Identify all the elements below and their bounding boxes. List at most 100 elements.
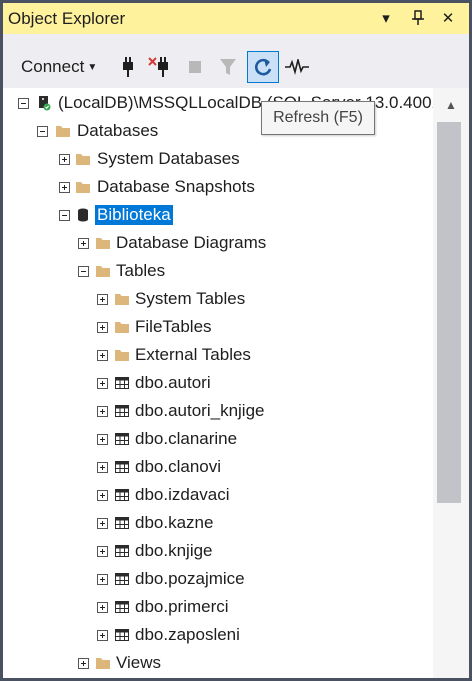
disconnect-icon[interactable] <box>145 52 173 82</box>
tree-node-table[interactable]: dbo.kazne <box>3 511 433 539</box>
tree-label-table: dbo.zaposleni <box>135 625 240 644</box>
server-icon <box>36 95 52 111</box>
database-icon <box>75 207 91 223</box>
expand-toggle[interactable] <box>97 574 108 585</box>
expand-toggle[interactable] <box>97 462 108 473</box>
expand-toggle[interactable] <box>78 238 89 249</box>
chevron-down-icon[interactable]: ▾ <box>375 7 397 29</box>
tree-node-external-tables[interactable]: External Tables <box>3 343 433 371</box>
table-icon <box>114 627 130 643</box>
tooltip-text: Refresh (F5) <box>273 109 363 126</box>
table-icon <box>114 515 130 531</box>
toolbar: Connect ▼ <box>3 34 469 88</box>
activity-monitor-icon[interactable] <box>283 52 311 82</box>
folder-icon <box>95 263 111 279</box>
expand-toggle[interactable] <box>59 154 70 165</box>
folder-icon <box>75 179 91 195</box>
expand-toggle[interactable] <box>97 434 108 445</box>
tree-label-biblioteka: Biblioteka <box>95 205 173 225</box>
tree-node-system-tables[interactable]: System Tables <box>3 287 433 315</box>
tree-node-table[interactable]: dbo.primerci <box>3 595 433 623</box>
tree-label-table: dbo.clanarine <box>135 429 238 448</box>
table-icon <box>114 431 130 447</box>
tree-node-table[interactable]: dbo.zaposleni <box>3 623 433 651</box>
pin-icon[interactable] <box>407 7 429 29</box>
tree-node-table[interactable]: dbo.clanovi <box>3 455 433 483</box>
table-icon <box>114 487 130 503</box>
tree-label-table: dbo.clanovi <box>135 457 222 476</box>
object-tree: (LocalDB)\MSSQLLocalDB (SQL Server 13.0.… <box>3 88 433 678</box>
tree-label-table: dbo.knjige <box>135 541 213 560</box>
tree-node-database-snapshots[interactable]: Database Snapshots <box>3 175 433 203</box>
filter-icon <box>215 52 241 82</box>
expand-toggle[interactable] <box>97 630 108 641</box>
folder-icon <box>95 235 111 251</box>
expand-toggle[interactable] <box>97 378 108 389</box>
folder-icon <box>95 655 111 671</box>
tree-label-database-snapshots: Database Snapshots <box>97 177 255 196</box>
object-explorer-panel: Object Explorer ▾ ✕ Connect ▼ (LocalDB)\… <box>0 0 472 681</box>
tree-node-table[interactable]: dbo.knjige <box>3 539 433 567</box>
tree-label-table: dbo.pozajmice <box>135 569 245 588</box>
table-icon <box>114 599 130 615</box>
caret-down-icon: ▼ <box>87 61 98 73</box>
close-icon[interactable]: ✕ <box>437 7 459 29</box>
expand-toggle[interactable] <box>97 294 108 305</box>
tree-node-filetables[interactable]: FileTables <box>3 315 433 343</box>
expand-toggle[interactable] <box>97 546 108 557</box>
table-icon <box>114 375 130 391</box>
folder-icon <box>114 291 130 307</box>
refresh-icon <box>254 58 272 76</box>
tree-node-system-databases[interactable]: System Databases <box>3 147 433 175</box>
tree-label-databases: Databases <box>77 121 159 140</box>
tree-label-system-tables: System Tables <box>135 289 246 308</box>
tree-label-views: Views <box>116 653 162 672</box>
expand-toggle[interactable] <box>97 490 108 501</box>
collapse-toggle[interactable] <box>78 266 89 277</box>
tree-label-external-tables: External Tables <box>135 345 251 364</box>
refresh-button[interactable] <box>247 51 279 83</box>
expand-toggle[interactable] <box>97 406 108 417</box>
connect-label: Connect <box>21 57 85 76</box>
tree-node-biblioteka[interactable]: Biblioteka <box>3 203 433 231</box>
scrollbar-thumb[interactable] <box>437 122 461 503</box>
tree-node-database-diagrams[interactable]: Database Diagrams <box>3 231 433 259</box>
tree-label-tables: Tables <box>116 261 166 280</box>
tree-node-table[interactable]: dbo.pozajmice <box>3 567 433 595</box>
expand-toggle[interactable] <box>59 182 70 193</box>
connect-icon[interactable] <box>115 52 141 82</box>
tree-label-system-databases: System Databases <box>97 149 240 168</box>
collapse-toggle[interactable] <box>59 210 70 221</box>
table-icon <box>114 571 130 587</box>
tree-node-table[interactable]: dbo.autori_knjige <box>3 399 433 427</box>
folder-icon <box>114 319 130 335</box>
tree-node-table[interactable]: dbo.clanarine <box>3 427 433 455</box>
tree-node-table[interactable]: dbo.autori <box>3 371 433 399</box>
collapse-toggle[interactable] <box>37 126 48 137</box>
scroll-up-icon[interactable]: ▲ <box>433 94 469 116</box>
tree-label-table: dbo.autori_knjige <box>135 401 265 420</box>
expand-toggle[interactable] <box>78 658 89 669</box>
collapse-toggle[interactable] <box>18 98 29 109</box>
folder-icon <box>75 151 91 167</box>
stop-icon <box>183 52 207 82</box>
expand-toggle[interactable] <box>97 602 108 613</box>
folder-icon <box>55 123 71 139</box>
tree-label-table: dbo.autori <box>135 373 211 392</box>
expand-toggle[interactable] <box>97 322 108 333</box>
tree-node-views[interactable]: Views <box>3 651 433 678</box>
panel-title-bar: Object Explorer ▾ ✕ <box>3 3 469 34</box>
tree-label-server: (LocalDB)\MSSQLLocalDB (SQL Server 13.0.… <box>58 93 433 112</box>
vertical-scrollbar[interactable]: ▲ <box>433 88 469 678</box>
tree-node-tables[interactable]: Tables <box>3 259 433 287</box>
folder-icon <box>114 347 130 363</box>
panel-title: Object Explorer <box>8 9 126 28</box>
tree-node-table[interactable]: dbo.izdavaci <box>3 483 433 511</box>
expand-toggle[interactable] <box>97 518 108 529</box>
connect-button[interactable]: Connect ▼ <box>21 52 105 82</box>
table-icon <box>114 459 130 475</box>
tree-label-table: dbo.kazne <box>135 513 214 532</box>
tree-label-database-diagrams: Database Diagrams <box>116 233 267 252</box>
expand-toggle[interactable] <box>97 350 108 361</box>
tree-label-filetables: FileTables <box>135 317 212 336</box>
